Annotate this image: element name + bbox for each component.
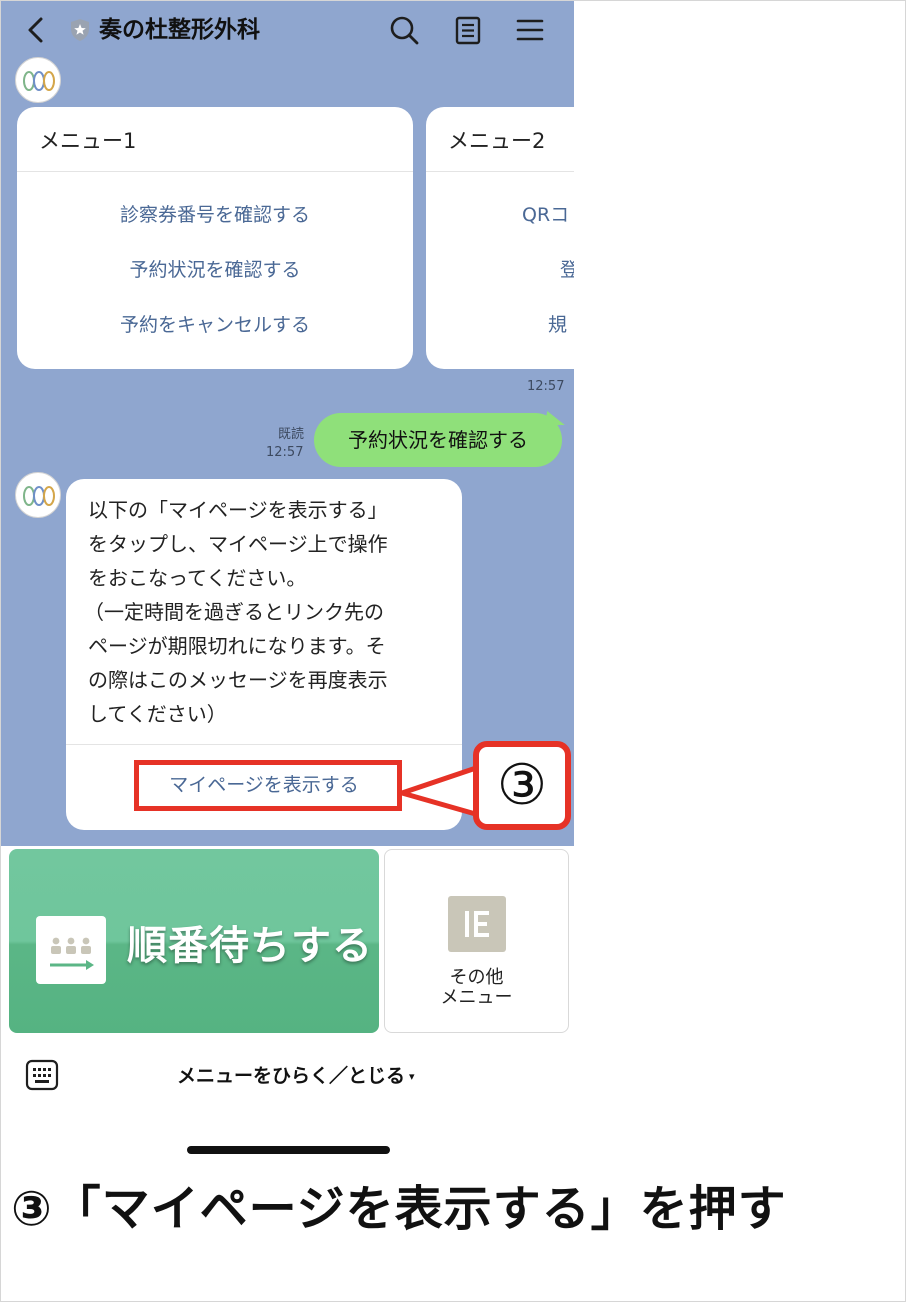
queue-icon [36, 916, 106, 984]
keyboard-button[interactable] [25, 1059, 59, 1091]
instruction-page: 奏の杜整形外科 メニュー1 診察券番号を確認する 予約状況を確認する 予約をキャ… [0, 0, 906, 1302]
menu-toggle-label: メニューをひらく／とじる [177, 1065, 406, 1087]
keyboard-icon [25, 1059, 59, 1091]
step-callout: ③ [473, 741, 571, 830]
other-menu-label-line: メニュー [440, 987, 513, 1008]
home-indicator[interactable] [187, 1146, 390, 1154]
other-menu-button[interactable]: その他 メニュー [384, 849, 569, 1033]
other-menu-label-line: その他 [449, 967, 504, 988]
chat-area: 奏の杜整形外科 メニュー1 診察券番号を確認する 予約状況を確認する 予約をキャ… [1, 1, 574, 846]
other-menu-icon [448, 896, 506, 952]
rich-menu: 順番待ちする その他 メニュー [1, 846, 574, 1036]
wait-in-line-button[interactable]: 順番待ちする [9, 849, 379, 1033]
menu-toggle-button[interactable]: メニューをひらく／とじる ▾ [177, 1061, 415, 1092]
caret-down-icon: ▾ [409, 1069, 415, 1083]
phone-screenshot: 奏の杜整形外科 メニュー1 診察券番号を確認する 予約状況を確認する 予約をキャ… [1, 1, 574, 1161]
other-menu-label: その他 メニュー [385, 968, 568, 1008]
instruction-caption: ③「マイページを表示する」を押す [11, 1181, 787, 1237]
callout-pointer [399, 764, 482, 818]
step-number: ③ [496, 753, 548, 818]
highlight-box [134, 760, 402, 811]
wait-in-line-label: 順番待ちする [127, 923, 373, 969]
